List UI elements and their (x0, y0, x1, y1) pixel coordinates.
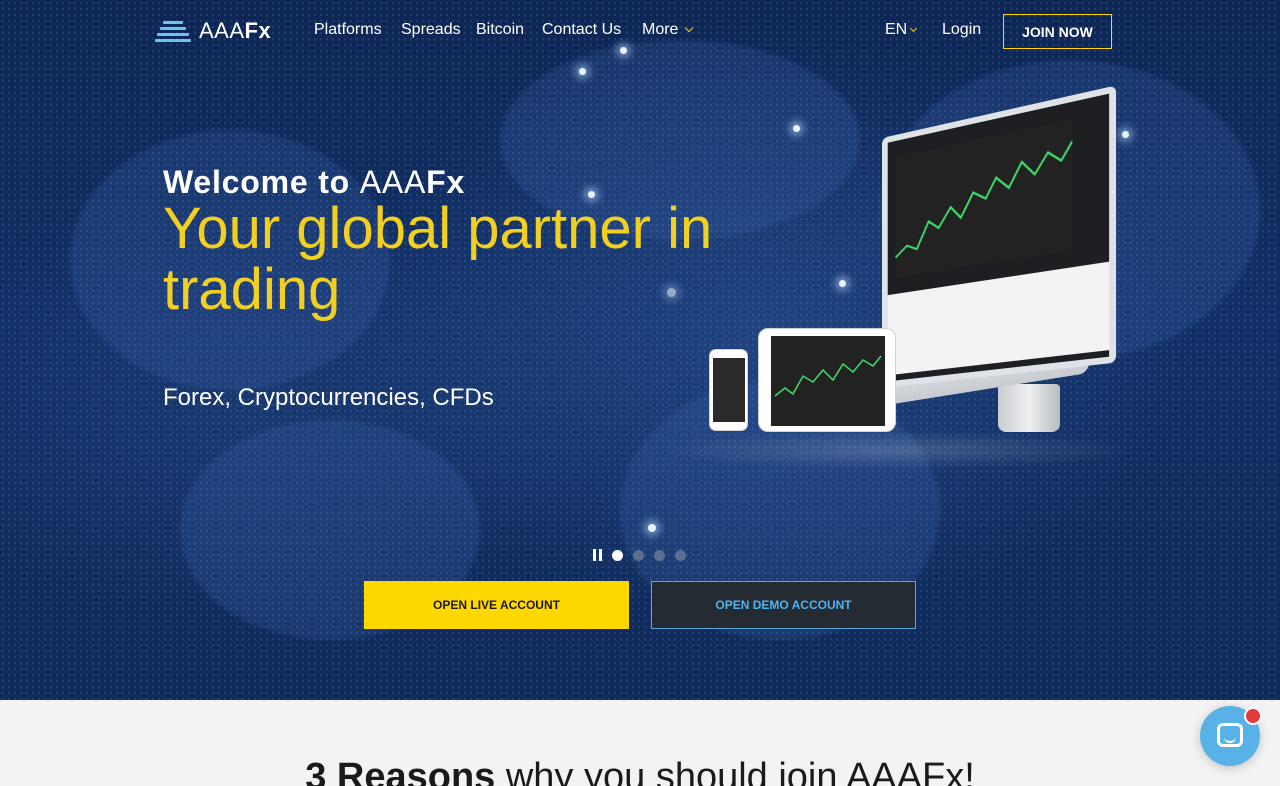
nav-bitcoin[interactable]: Bitcoin (476, 21, 524, 39)
reasons-section: 3 Reasons why you should join AAAFx! (0, 700, 1280, 786)
glow-dot (793, 125, 800, 132)
nav-spreads[interactable]: Spreads (401, 21, 461, 39)
imac-stand (998, 384, 1060, 432)
phone-screen (713, 358, 745, 422)
glow-dot (648, 524, 656, 532)
language-selector[interactable]: EN (885, 21, 916, 39)
nav-more-dropdown[interactable]: More (642, 21, 692, 39)
join-now-button[interactable]: JOIN NOW (1003, 14, 1112, 49)
slider-dot[interactable] (675, 550, 686, 561)
logo-wordmark: AAAFx (199, 18, 271, 44)
pause-icon (599, 549, 602, 561)
slider-dot[interactable] (633, 550, 644, 561)
login-link[interactable]: Login (942, 21, 981, 39)
phone-device (709, 349, 748, 431)
stacked-bars-logo-icon (155, 19, 191, 43)
open-demo-account-button[interactable]: OPEN DEMO ACCOUNT (651, 581, 916, 629)
tablet-chart-line (771, 336, 885, 426)
chat-bubble-icon (1217, 723, 1243, 747)
glow-dot (839, 280, 846, 287)
nav-more-label: More (642, 21, 678, 38)
hero-tagline: Your global partner in trading (163, 198, 723, 320)
slider-pause-button[interactable] (593, 549, 602, 561)
pause-icon (593, 549, 596, 561)
chat-notification-badge (1244, 707, 1262, 725)
imac-chart-area (895, 119, 1072, 278)
open-live-account-button[interactable]: OPEN LIVE ACCOUNT (364, 581, 629, 629)
tablet-screen (771, 336, 885, 426)
device-reflection (660, 430, 1140, 470)
chevron-down-icon (910, 25, 917, 32)
nav-platforms[interactable]: Platforms (314, 21, 382, 39)
glow-dot (579, 68, 586, 75)
aaafx-logo[interactable]: AAAFx (155, 18, 271, 44)
slider-dot[interactable] (654, 550, 665, 561)
glow-dot (1122, 131, 1129, 138)
language-label: EN (885, 21, 907, 38)
nav-contact-us[interactable]: Contact Us (542, 21, 621, 39)
imac-quotes-table (888, 262, 1109, 376)
imac-chart-line (895, 119, 1072, 278)
imac-screen (882, 85, 1116, 388)
top-navigation: AAAFx Platforms Spreads Bitcoin Contact … (0, 0, 1280, 62)
hero-subline: Forex, Cryptocurrencies, CFDs (163, 384, 494, 412)
reasons-heading: 3 Reasons why you should join AAAFx! (0, 756, 1280, 786)
chevron-down-icon (685, 24, 693, 32)
slider-dot[interactable] (612, 550, 623, 561)
tablet-device (758, 328, 896, 432)
